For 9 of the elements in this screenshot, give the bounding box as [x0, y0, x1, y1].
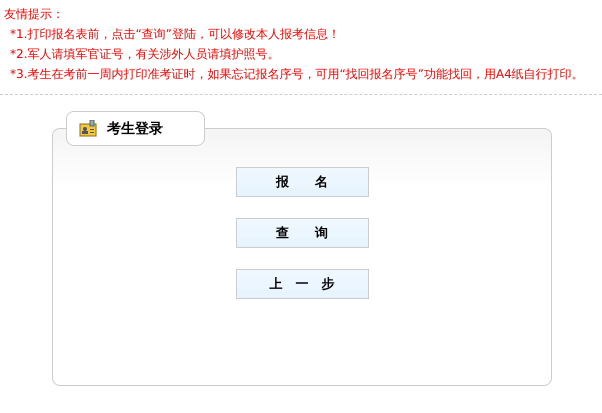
id-card-icon	[79, 120, 97, 137]
notice-text: *3.考生在考前一周内打印准考证时，如果忘记报名序号，可用“找回报名序号”功能找回，用A4纸自行打印。	[9, 66, 585, 83]
panel-title: 考生登录	[107, 120, 163, 138]
menu-button[interactable]: 报 名	[236, 167, 368, 197]
menu-button[interactable]: 上 一 步	[236, 269, 368, 299]
notice-title: 友情提示：	[4, 6, 65, 23]
notice-text: *2.军人请填军官证号，有关涉外人员请填护照号。	[9, 46, 280, 63]
menu-button[interactable]: 查 询	[236, 218, 368, 248]
notice-text: *1.打印报名表前，点击“查询”登陆，可以修改本人报考信息！	[9, 26, 341, 43]
